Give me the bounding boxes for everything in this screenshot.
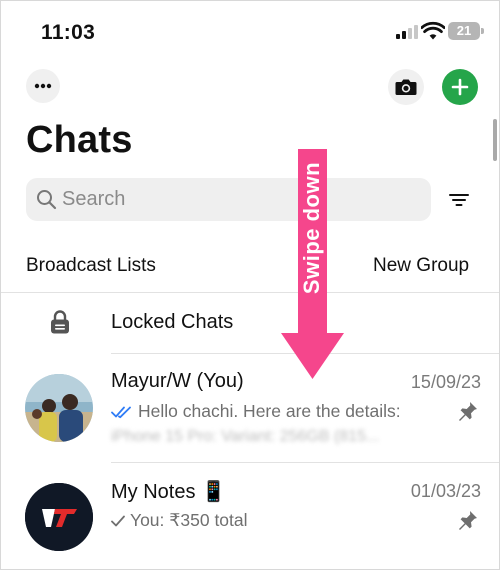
chat-name: My Notes 📱 <box>111 481 226 503</box>
pin-icon <box>459 402 477 421</box>
filter-icon[interactable] <box>447 189 471 211</box>
avatar <box>25 483 93 551</box>
chat-date: 15/09/23 <box>410 372 481 392</box>
chat-preview-blurred: iPhone 15 Pro: Variant: 256GB (815... <box>111 428 380 445</box>
pin-icon <box>459 511 477 530</box>
plus-icon <box>451 78 469 96</box>
chat-preview: You: ₹350 total <box>111 510 248 531</box>
camera-button[interactable] <box>388 69 424 105</box>
chat-date: 01/03/23 <box>410 481 481 501</box>
broadcast-lists-link[interactable]: Broadcast Lists <box>26 255 156 277</box>
camera-icon <box>395 79 417 95</box>
locked-chats-row[interactable]: Locked Chats <box>1 297 499 353</box>
chat-name: Mayur/W (You) <box>111 370 244 392</box>
avatar <box>25 374 93 442</box>
divider <box>1 292 499 293</box>
search-icon <box>37 190 57 210</box>
chat-row[interactable]: Mayur/W (You) 15/09/23 Hello chachi. Her… <box>1 354 499 462</box>
chat-preview-text: You: ₹350 total <box>130 510 248 530</box>
more-icon <box>34 83 52 89</box>
status-bar: 11:03 21 <box>1 1 499 57</box>
app-screen: 11:03 21 Chats Search Broadcast Lists Ne… <box>0 0 500 570</box>
scrollbar[interactable] <box>493 119 497 161</box>
check-icon <box>111 515 125 527</box>
search-input[interactable] <box>62 178 422 221</box>
search-bar[interactable] <box>26 178 431 221</box>
more-options-button[interactable] <box>26 69 60 103</box>
locked-chats-label: Locked Chats <box>111 311 234 333</box>
chat-preview: Hello chachi. Here are the details: <box>111 401 401 422</box>
swipe-down-label: Swipe down <box>299 161 324 295</box>
status-time: 11:03 <box>41 21 96 44</box>
chat-preview-text: Hello chachi. Here are the details: <box>138 401 401 421</box>
lock-icon <box>51 310 69 334</box>
wifi-icon <box>421 21 445 40</box>
page-title: Chats <box>26 119 133 161</box>
new-group-link[interactable]: New Group <box>373 255 469 277</box>
chat-row[interactable]: My Notes 📱 01/03/23 You: ₹350 total <box>1 463 499 569</box>
double-check-icon <box>111 406 131 419</box>
cellular-signal-icon <box>396 25 418 39</box>
battery-icon: 21 <box>448 22 484 40</box>
new-chat-button[interactable] <box>442 69 478 105</box>
